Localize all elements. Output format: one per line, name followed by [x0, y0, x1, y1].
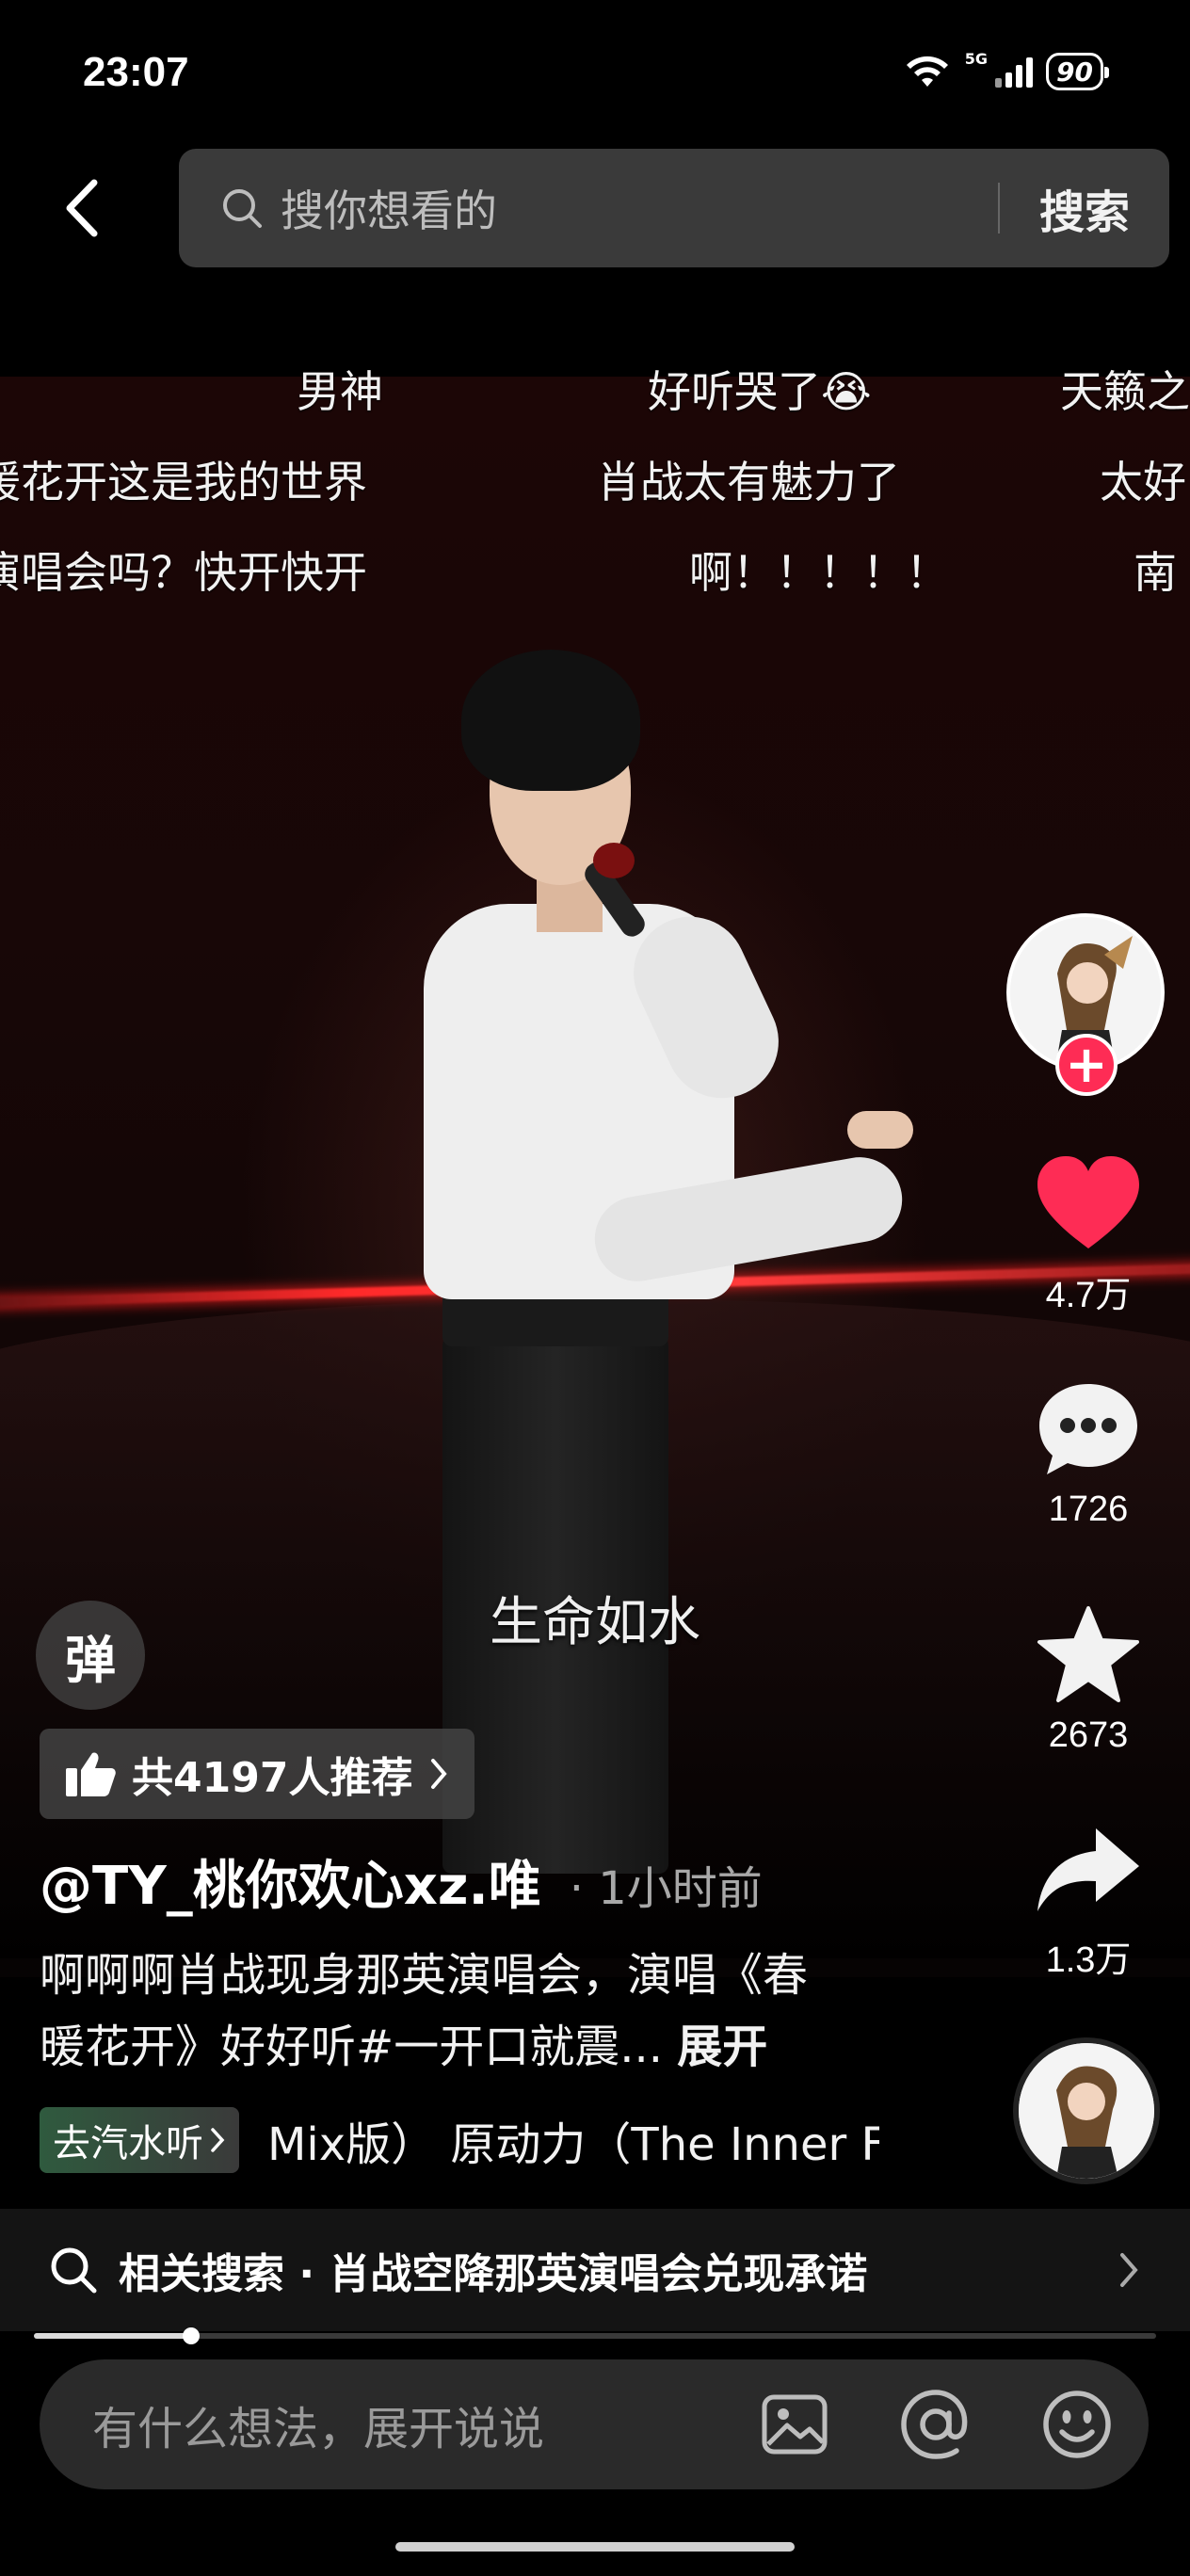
share-arrow-icon [1037, 1828, 1139, 1911]
progress-fill [34, 2333, 191, 2339]
danmaku-comment: 男神 [297, 366, 383, 417]
danmaku-toggle-button[interactable]: 弹 [36, 1601, 145, 1710]
chevron-right-icon [211, 2128, 225, 2152]
performer-figure [405, 650, 913, 1874]
status-icons: 5G 90 [903, 49, 1109, 90]
caption-line: 啊啊啊肖战现身那英演唱会，演唱《春 [40, 1949, 809, 2002]
post-time: · 1小时前 [569, 1862, 763, 1915]
mention-button[interactable] [898, 2387, 973, 2462]
search-icon [220, 186, 264, 230]
share-count: 1.3万 [1045, 1940, 1132, 1980]
listen-in-qishui-button[interactable]: 去汽水听 [40, 2107, 239, 2173]
related-search-label: 相关搜索 · 肖战空降那英演唱会兑现承诺 [119, 2250, 868, 2298]
share-button[interactable]: 1.3万 [1032, 1825, 1145, 1982]
top-search-bar: 搜你想看的 搜索 [0, 149, 1190, 267]
video-progress-bar[interactable] [34, 2327, 1156, 2344]
recommend-label: 共4197人推荐 [132, 1754, 413, 1802]
listen-label: 去汽水听 [53, 2122, 203, 2165]
thumbs-up-icon [66, 1752, 116, 1796]
expand-caption-button[interactable]: 展开 [677, 2021, 767, 2073]
image-icon [762, 2394, 828, 2455]
chevron-right-icon [1120, 2253, 1138, 2287]
like-count: 4.7万 [1045, 1276, 1132, 1315]
comment-icon [1039, 1384, 1137, 1474]
music-row: 去汽水听 Mix版） 原动力（The Inner F [40, 2107, 879, 2173]
image-button[interactable] [757, 2387, 832, 2462]
back-arrow-icon [66, 179, 98, 237]
video-caption: 啊啊啊肖战现身那英演唱会，演唱《春 暖花开》好好听#一开口就震... 展开 [40, 1940, 906, 2083]
search-icon [51, 2247, 97, 2294]
emoji-button[interactable] [1039, 2387, 1115, 2462]
danmaku-comment: 好听哭了😭 [648, 366, 872, 417]
lyric-subtitle: 生命如水 [490, 1592, 700, 1653]
comment-input[interactable]: 有什么想法，展开说说 [40, 2359, 1149, 2489]
wifi-icon [906, 56, 948, 87]
plus-icon: + [1065, 1035, 1108, 1094]
at-sign-icon [901, 2390, 968, 2459]
chevron-right-icon [431, 1759, 448, 1789]
related-search-bar[interactable]: 相关搜索 · 肖战空降那英演唱会兑现承诺 [0, 2209, 1190, 2331]
danmaku-comment: 肖战太有魅力了 [597, 457, 900, 507]
author-line: @TY_桃你欢心xz.唯 · 1小时前 [40, 1843, 763, 1920]
music-disc-artwork [1019, 2043, 1154, 2179]
comment-button[interactable]: 1726 [1032, 1380, 1145, 1530]
comment-count: 1726 [1048, 1489, 1129, 1529]
network-type: 5G [964, 49, 989, 68]
search-placeholder: 搜你想看的 [281, 185, 497, 236]
danmaku-comment: 暖花开这是我的世界 [0, 457, 367, 507]
home-indicator[interactable] [395, 2542, 795, 2552]
emoji-icon [1043, 2391, 1111, 2458]
music-disc[interactable] [1013, 2037, 1160, 2184]
battery-level: 90 [1056, 56, 1093, 88]
caption-line: 暖花开》好好听#一开口就震... [40, 2021, 663, 2073]
signal-icon [995, 56, 1034, 88]
like-button[interactable]: 4.7万 [1032, 1154, 1145, 1317]
status-bar: 23:07 5G 90 [0, 0, 1190, 141]
music-title[interactable]: Mix版） 原动力（The Inner F [267, 2107, 879, 2173]
follow-button[interactable]: + [1055, 1034, 1118, 1096]
status-time: 23:07 [83, 49, 189, 95]
danmaku-comment: 太好 [1100, 457, 1186, 507]
search-input[interactable]: 搜你想看的 搜索 [179, 149, 1169, 267]
danmaku-comment: 啊！！！！！ [689, 547, 949, 598]
danmaku-toggle-label: 弹 [65, 1630, 116, 1690]
search-button[interactable]: 搜索 [1000, 175, 1169, 241]
favorite-count: 2673 [1048, 1715, 1129, 1755]
progress-knob[interactable] [182, 2327, 200, 2344]
author-name[interactable]: @TY_桃你欢心xz.唯 [40, 1843, 541, 1920]
danmaku-comment: 南 [1134, 547, 1177, 598]
heart-icon [1037, 1156, 1139, 1248]
recommend-badge[interactable]: 共4197人推荐 [40, 1729, 475, 1819]
comment-placeholder: 有什么想法，展开说说 [92, 2403, 545, 2455]
battery-icon: 90 [1046, 53, 1109, 90]
back-button[interactable] [56, 177, 113, 239]
danmaku-comment: 演唱会吗？快开快开 [0, 547, 367, 598]
danmaku-comment: 天籁之 [1060, 366, 1190, 417]
